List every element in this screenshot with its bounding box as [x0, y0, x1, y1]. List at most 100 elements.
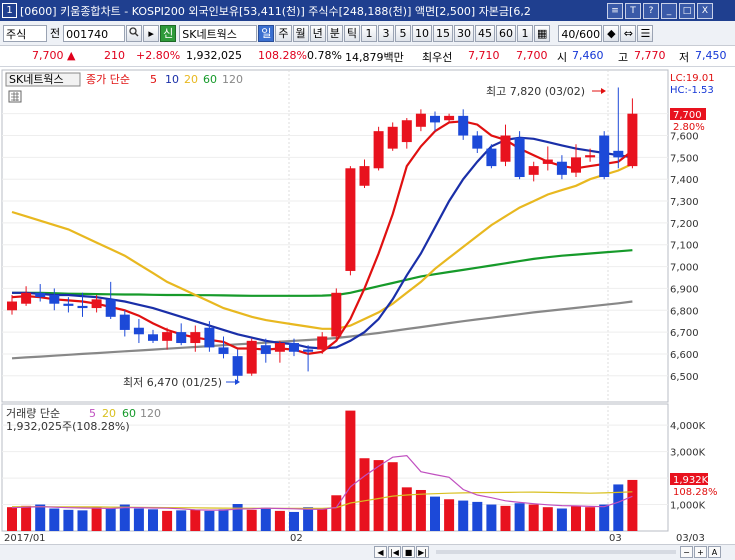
period-minute[interactable]: 분: [326, 24, 343, 42]
volume-tick-label: 1,000K: [670, 501, 706, 512]
period-month[interactable]: 월: [292, 24, 309, 42]
scroll-stop-icon[interactable]: ■: [402, 546, 415, 558]
zoom-in-icon[interactable]: +: [694, 546, 707, 558]
amount: 14,879백만: [345, 51, 404, 64]
spin-icon[interactable]: ◆: [603, 24, 620, 42]
candle-body: [627, 113, 638, 167]
candle-body: [528, 166, 539, 175]
zoom-fit-icon[interactable]: A: [708, 546, 721, 558]
x-label-mar: 03: [609, 533, 622, 544]
volume-bar: [260, 507, 271, 531]
ma120-legend: 120: [222, 73, 243, 86]
period-tick[interactable]: 틱: [343, 24, 360, 42]
candle-body: [35, 292, 46, 298]
period-year[interactable]: 년: [309, 24, 326, 42]
interval-custom[interactable]: 1: [517, 24, 533, 42]
interval-10[interactable]: 10: [412, 24, 432, 42]
interval-5[interactable]: 5: [395, 24, 411, 42]
minimize-icon[interactable]: _: [661, 2, 677, 19]
help-icon[interactable]: ?: [643, 2, 659, 19]
menu-icon[interactable]: ≡: [607, 2, 623, 19]
candle-body: [430, 115, 440, 123]
price-tick-label: 6,800: [670, 306, 699, 317]
scroll-start-icon[interactable]: |◀: [388, 546, 401, 558]
maximize-icon[interactable]: □: [679, 2, 695, 19]
candle-body: [77, 305, 88, 309]
ma20-legend: 20: [184, 73, 198, 86]
fit-icon[interactable]: ⇔: [620, 24, 637, 42]
jeon-label: 전: [50, 27, 61, 40]
stock-chart[interactable]: 6,500 6,600 6,700 6,800 6,900 7,000 7,100 7,200…: [0, 67, 735, 544]
market-select[interactable]: 주식: [3, 24, 47, 42]
price-tick-label: 6,900: [670, 284, 699, 295]
candle-body: [91, 299, 102, 309]
search-icon[interactable]: [126, 24, 143, 42]
new-badge[interactable]: 신: [160, 24, 177, 42]
volume-bar: [472, 501, 483, 531]
low-value: 7,450: [695, 49, 727, 62]
ma5-legend: 5: [150, 73, 157, 86]
scroll-track[interactable]: [436, 550, 676, 554]
volume-bar: [63, 509, 74, 531]
turnover: 0.78%: [307, 49, 342, 62]
vma120-legend: 120: [140, 407, 161, 420]
volume-bar: [599, 504, 610, 531]
vma60-legend: 60: [122, 407, 136, 420]
volume-bar: [500, 505, 511, 531]
candle-body: [7, 301, 17, 311]
volume-bar: [91, 507, 102, 531]
period-day[interactable]: 일: [258, 24, 275, 42]
window-number[interactable]: 1: [2, 3, 17, 18]
candle-body: [387, 126, 398, 149]
volume-bar: [514, 503, 525, 531]
candle-body: [274, 343, 285, 352]
candle-body: [585, 155, 596, 158]
volume-bar: [317, 508, 328, 531]
period-week[interactable]: 주: [275, 24, 292, 42]
high-annotation: 최고 7,820 (03/02): [486, 85, 585, 98]
vol-value-legend: 1,932,025주(108.28%): [6, 420, 130, 433]
candle-body: [317, 336, 328, 350]
count-field[interactable]: 40/600: [558, 24, 603, 42]
zoom-out-icon[interactable]: −: [680, 546, 693, 558]
candle-body: [415, 113, 426, 127]
open-value: 7,460: [572, 49, 604, 62]
candle-body: [556, 161, 567, 175]
compare-icon[interactable]: ▸: [143, 24, 160, 42]
price-tag: 7,700: [673, 110, 702, 121]
interval-60[interactable]: 60: [496, 24, 516, 42]
list-icon[interactable]: ☰: [637, 24, 654, 42]
volume-bar: [218, 509, 229, 531]
stock-name-field[interactable]: SK네트웍스: [179, 24, 258, 42]
up-arrow-icon: ▲: [67, 49, 76, 62]
scroll-end-icon[interactable]: ▶|: [416, 546, 429, 558]
candle-body: [162, 332, 173, 341]
volume-bar: [35, 504, 46, 531]
high-label: 고: [618, 51, 629, 64]
interval-30[interactable]: 30: [454, 24, 474, 42]
scroll-left-icon[interactable]: ◀: [374, 546, 387, 558]
interval-45[interactable]: 45: [475, 24, 495, 42]
low-annotation: 최저 6,470 (01/25): [123, 376, 222, 389]
t-icon[interactable]: T: [625, 2, 641, 19]
volume-bar: [613, 484, 624, 531]
close-icon[interactable]: X: [697, 2, 713, 19]
volume-bar: [303, 507, 314, 531]
ma10-legend: 10: [165, 73, 179, 86]
interval-15[interactable]: 15: [433, 24, 453, 42]
candle-body: [246, 340, 257, 374]
candle-body: [613, 150, 624, 158]
candle-body: [190, 332, 201, 344]
volume-bar: [359, 458, 370, 531]
settings-icon[interactable]: ▦: [534, 24, 551, 42]
toolbar: 주식 전 001740 ▸ 신 SK네트웍스 일 주 월 년 분 틱 1 3 5…: [0, 21, 735, 46]
price-tick-label: 6,700: [670, 328, 699, 339]
vol-tag: 1,932K: [673, 475, 709, 486]
volume-bar: [486, 504, 497, 531]
interval-1[interactable]: 1: [361, 24, 377, 42]
code-input[interactable]: 001740: [63, 24, 126, 42]
scroll-bar[interactable]: ◀ |◀ ■ ▶| − + A: [0, 544, 735, 560]
pref-ask: 7,710: [468, 49, 500, 62]
change-value: 210: [104, 49, 125, 62]
interval-3[interactable]: 3: [378, 24, 394, 42]
